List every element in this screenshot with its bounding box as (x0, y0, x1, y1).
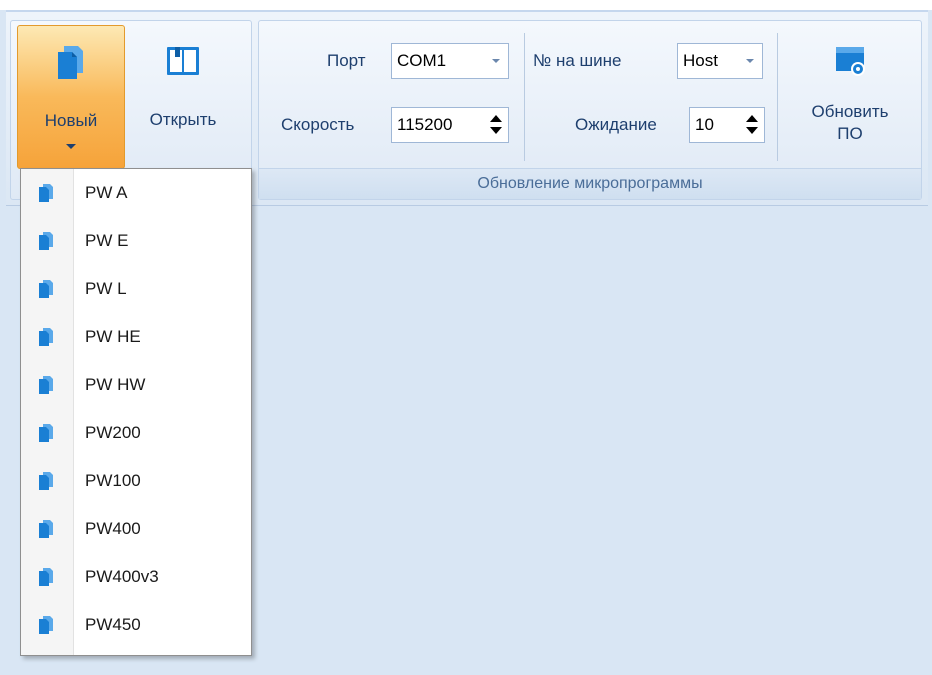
menu-item-label: PW400v3 (85, 567, 159, 586)
new-button-label: Новый (44, 111, 98, 130)
menu-item-label: PW HW (85, 375, 146, 394)
bus-number-label: № на шине (533, 51, 622, 70)
port-label: Порт (327, 51, 366, 70)
menu-item-label: PW HE (85, 327, 141, 346)
document-icon (39, 328, 53, 346)
menu-item-pw-l[interactable]: PW L (21, 265, 251, 313)
open-button[interactable]: Открыть (129, 25, 237, 169)
document-icon (39, 520, 53, 538)
document-icon (39, 184, 53, 202)
update-firmware-label-line1: Обновить (811, 102, 889, 121)
open-book-icon (167, 47, 199, 75)
wait-value: 10 (695, 115, 714, 134)
update-firmware-button[interactable]: Обновить ПО (791, 25, 909, 169)
document-icon (39, 568, 53, 586)
speed-label: Скорость (281, 115, 355, 134)
menu-item-label: PW400 (85, 519, 141, 538)
menu-item-pw450[interactable]: PW450 (21, 601, 251, 649)
wait-spinner[interactable]: 10 (689, 107, 765, 143)
spin-arrows-icon[interactable] (490, 113, 502, 137)
document-icon (39, 616, 53, 634)
menu-item-label: PW L (85, 279, 127, 298)
bus-number-combobox[interactable]: Host (677, 43, 763, 79)
document-icon (39, 232, 53, 250)
menu-item-label: PW A (85, 183, 128, 202)
port-combobox[interactable]: COM1 (391, 43, 509, 79)
title-strip (0, 0, 932, 10)
wait-label: Ожидание (575, 115, 657, 134)
bus-number-value: Host (683, 51, 718, 70)
menu-item-pw100[interactable]: PW100 (21, 457, 251, 505)
menu-item-label: PW100 (85, 471, 141, 490)
menu-item-pw400v3[interactable]: PW400v3 (21, 553, 251, 601)
new-document-icon (58, 46, 83, 79)
menu-item-label: PW450 (85, 615, 141, 634)
update-firmware-label-line2: ПО (837, 124, 863, 143)
chevron-down-icon[interactable] (746, 59, 754, 63)
spin-arrows-icon[interactable] (746, 113, 758, 137)
chevron-down-icon (66, 144, 76, 149)
chevron-down-icon[interactable] (492, 59, 500, 63)
document-icon (39, 424, 53, 442)
menu-item-pw200[interactable]: PW200 (21, 409, 251, 457)
firmware-group-caption: Обновление микропрограммы (259, 168, 921, 199)
port-value: COM1 (397, 51, 447, 70)
app-window: Новый Открыть Порт COM1 Скорость 115200 … (0, 0, 932, 675)
group-separator (524, 33, 525, 161)
document-icon (39, 472, 53, 490)
menu-item-pw-e[interactable]: PW E (21, 217, 251, 265)
menu-item-pw-a[interactable]: PW A (21, 169, 251, 217)
menu-item-label: PW200 (85, 423, 141, 442)
speed-value: 115200 (397, 115, 453, 134)
menu-item-pw-hw[interactable]: PW HW (21, 361, 251, 409)
firmware-update-group: Порт COM1 Скорость 115200 № на шине Host… (258, 20, 922, 200)
new-device-menu: PW A PW E PW L PW HE PW HW PW200 PW100 P… (20, 168, 252, 656)
speed-spinner[interactable]: 115200 (391, 107, 509, 143)
open-button-label: Открыть (149, 110, 217, 129)
firmware-disk-icon (836, 47, 865, 76)
document-icon (39, 280, 53, 298)
new-button[interactable]: Новый (17, 25, 125, 169)
document-icon (39, 376, 53, 394)
group-separator (777, 33, 778, 161)
menu-item-label: PW E (85, 231, 129, 250)
menu-item-pw400[interactable]: PW400 (21, 505, 251, 553)
menu-item-pw-he[interactable]: PW HE (21, 313, 251, 361)
